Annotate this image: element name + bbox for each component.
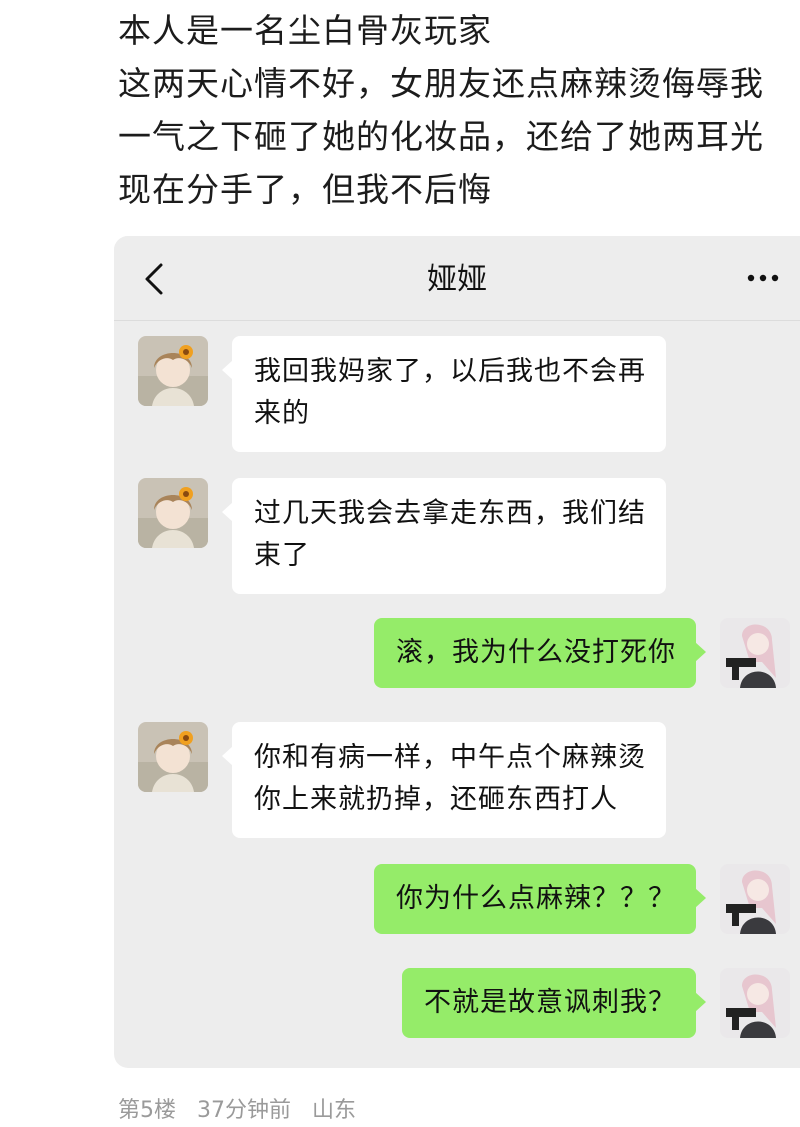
message-text: 来的 — [254, 398, 310, 429]
user-avatar[interactable] — [720, 618, 790, 688]
post-line: 这两天心情不好，女朋友还点麻辣烫侮辱我 — [118, 64, 764, 103]
chat-title: 娅娅 — [427, 262, 487, 297]
message-bubble-outgoing[interactable]: 滚，我为什么没打死你 — [374, 618, 706, 688]
chat-screenshot: 娅娅 我回我妈家了，以后我也不会再 来的 过几天我会去拿走东西，我们结 束了 滚… — [114, 236, 800, 1068]
message-text: 滚，我为什么没打死你 — [396, 637, 676, 668]
message-text: 你和有病一样，中午点个麻辣烫 — [254, 742, 646, 773]
contact-avatar[interactable] — [138, 336, 208, 406]
message-bubble-incoming[interactable]: 过几天我会去拿走东西，我们结 束了 — [222, 478, 666, 594]
post-location: 山东 — [312, 1098, 357, 1123]
post-meta: 第5楼 37分钟前 山东 — [118, 1092, 370, 1124]
message-bubble-outgoing[interactable]: 不就是故意讽刺我？ — [402, 968, 706, 1038]
floor-number: 第5楼 — [118, 1098, 176, 1123]
post-time: 37分钟前 — [197, 1098, 291, 1123]
message-text: 不就是故意讽刺我？ — [424, 987, 676, 1018]
message-text: 束了 — [254, 540, 310, 571]
message-bubble-incoming[interactable]: 你和有病一样，中午点个麻辣烫 你上来就扔掉，还砸东西打人 — [222, 722, 666, 838]
chat-header: 娅娅 — [114, 236, 800, 321]
post-line: 现在分手了，但我不后悔 — [118, 170, 492, 209]
user-avatar[interactable] — [720, 968, 790, 1038]
message-text: 你上来就扔掉，还砸东西打人 — [254, 784, 618, 815]
post-line: 本人是一名尘白骨灰玩家 — [118, 11, 492, 50]
contact-avatar[interactable] — [138, 722, 208, 792]
message-bubble-incoming[interactable]: 我回我妈家了，以后我也不会再 来的 — [222, 336, 666, 452]
message-text: 我回我妈家了，以后我也不会再 — [254, 356, 646, 387]
message-bubble-outgoing[interactable]: 你为什么点麻辣？？？ — [374, 864, 706, 934]
contact-avatar[interactable] — [138, 478, 208, 548]
message-text: 你为什么点麻辣？？？ — [396, 883, 676, 914]
post-text: 本人是一名尘白骨灰玩家 这两天心情不好，女朋友还点麻辣烫侮辱我 一气之下砸了她的… — [118, 4, 788, 216]
more-dots-icon[interactable] — [746, 266, 780, 290]
message-text: 过几天我会去拿走东西，我们结 — [254, 498, 646, 529]
post-line: 一气之下砸了她的化妆品，还给了她两耳光 — [118, 117, 764, 156]
user-avatar[interactable] — [720, 864, 790, 934]
